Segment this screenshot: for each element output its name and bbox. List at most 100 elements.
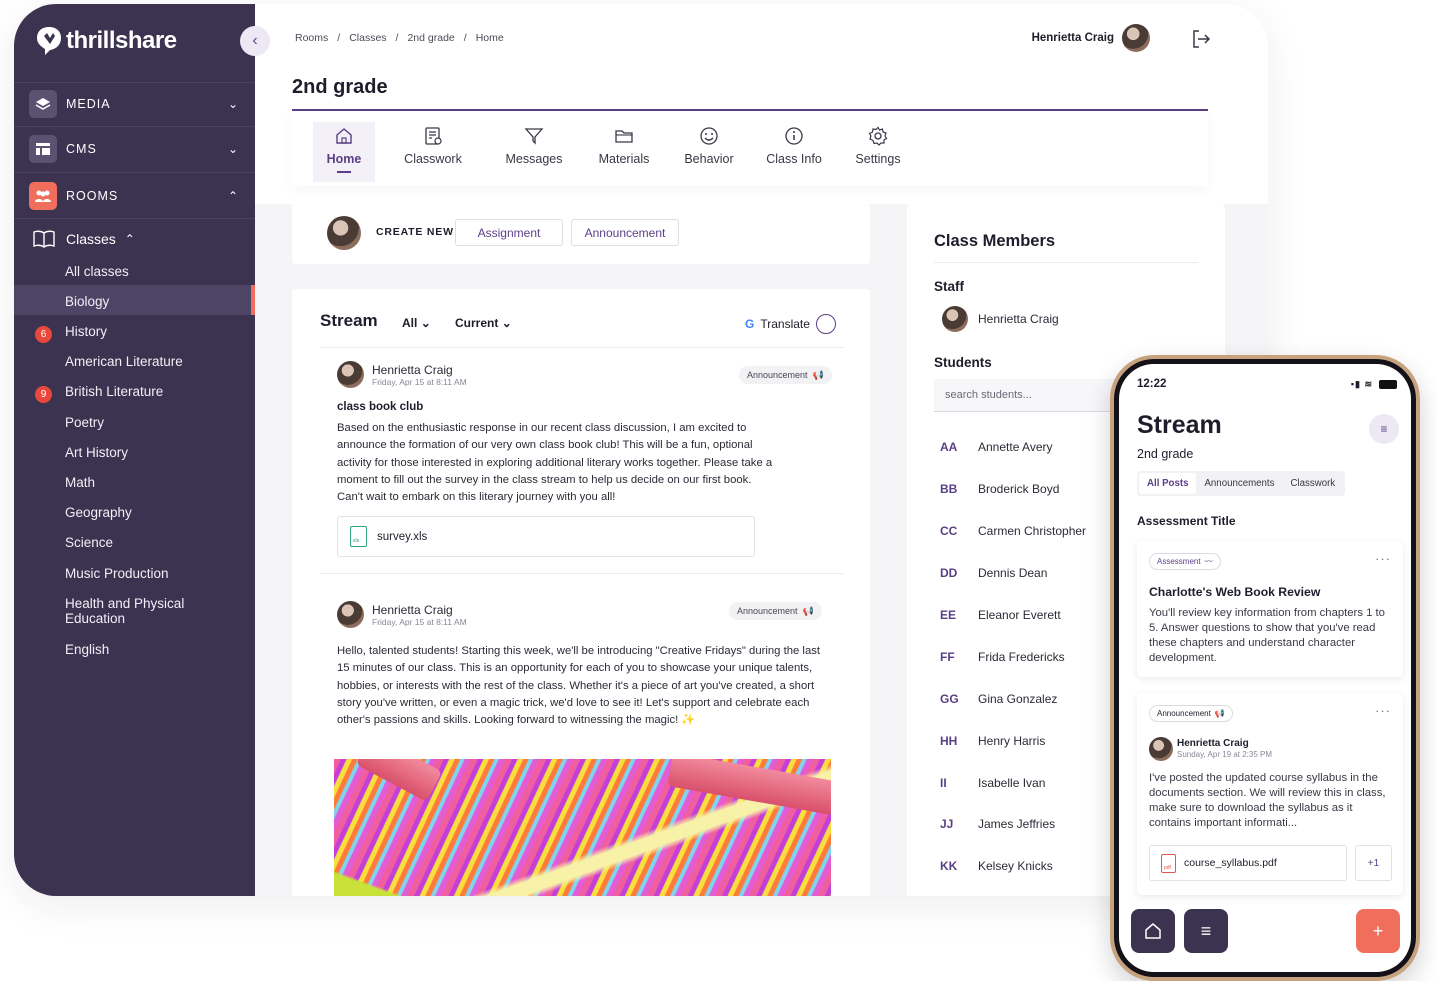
tab-settings[interactable]: Settings bbox=[847, 122, 909, 182]
brand-logo[interactable]: thrillshare bbox=[36, 26, 177, 56]
layout-icon bbox=[29, 135, 57, 163]
student-row[interactable]: BB Broderick Boyd bbox=[940, 482, 1059, 496]
more-options-icon[interactable]: ··· bbox=[1375, 551, 1391, 566]
desktop-app-window: thrillshare MEDIA ⌄ CMS ⌄ ROOMS ⌃ Classe… bbox=[14, 4, 1268, 896]
member-name: Henrietta Craig bbox=[978, 312, 1059, 326]
stream-divider bbox=[320, 573, 844, 574]
breadcrumb-home: Home bbox=[475, 32, 504, 44]
announcement-card[interactable]: Announcement 📢 ··· Henrietta Craig Sunda… bbox=[1137, 693, 1403, 895]
student-row[interactable]: AA Annette Avery bbox=[940, 440, 1053, 454]
sidebar-item-poetry[interactable]: Poetry bbox=[65, 415, 104, 430]
tag-label: Announcement bbox=[1157, 709, 1211, 718]
post-date: Friday, Apr 15 at 8:11 AM bbox=[372, 377, 467, 387]
tab-class-info[interactable]: Class Info bbox=[761, 122, 827, 182]
tab-messages[interactable]: Messages bbox=[497, 122, 571, 182]
sidebar-divider bbox=[14, 172, 255, 173]
tab-announcements[interactable]: Announcements bbox=[1196, 473, 1282, 494]
attachment-file[interactable]: pdf course_syllabus.pdf bbox=[1149, 845, 1347, 881]
book-icon bbox=[33, 230, 55, 248]
student-row[interactable]: EE Eleanor Everett bbox=[940, 608, 1061, 622]
assessment-card[interactable]: Assessment 〰 ··· Charlotte's Web Book Re… bbox=[1137, 541, 1403, 677]
phone-mockup: 12:22 ▪▮ ≋ Stream 2nd grade ≡ All Posts … bbox=[1110, 355, 1420, 981]
breadcrumb-classes[interactable]: Classes bbox=[349, 32, 386, 44]
tab-all-posts[interactable]: All Posts bbox=[1139, 473, 1197, 494]
phone-bezel: 12:22 ▪▮ ≋ Stream 2nd grade ≡ All Posts … bbox=[1114, 359, 1416, 977]
folder-icon bbox=[615, 130, 633, 143]
avatar bbox=[1122, 24, 1150, 52]
tab-materials[interactable]: Materials bbox=[589, 122, 659, 182]
student-row[interactable]: GG Gina Gonzalez bbox=[940, 692, 1057, 706]
post-date: Sunday, Apr 19 at 2:35 PM bbox=[1177, 750, 1273, 759]
filter-label: Current bbox=[455, 316, 499, 330]
student-row[interactable]: DD Dennis Dean bbox=[940, 566, 1047, 580]
breadcrumb: Rooms / Classes / 2nd grade / Home bbox=[295, 32, 504, 44]
sidebar-item-british-literature[interactable]: British Literature bbox=[65, 384, 163, 399]
sidebar-item-art-history[interactable]: Art History bbox=[65, 445, 128, 460]
students-heading: Students bbox=[934, 355, 992, 370]
home-nav-button[interactable] bbox=[1131, 909, 1175, 953]
student-row[interactable]: CC Carmen Christopher bbox=[940, 524, 1086, 538]
student-row[interactable]: JJ James Jeffries bbox=[940, 817, 1055, 831]
layers-icon bbox=[29, 90, 57, 118]
tab-behavior[interactable]: Behavior bbox=[677, 122, 741, 182]
sidebar-item-geography[interactable]: Geography bbox=[65, 505, 132, 520]
student-initials: II bbox=[940, 776, 947, 790]
create-assignment-button[interactable]: Assignment bbox=[455, 219, 563, 246]
stream-filter-current[interactable]: Current ⌄ bbox=[455, 316, 512, 330]
sidebar-item-music-production[interactable]: Music Production bbox=[65, 566, 169, 581]
breadcrumb-separator: / bbox=[463, 32, 467, 44]
more-attachments-button[interactable]: +1 bbox=[1355, 845, 1392, 881]
attachment-name: survey.xls bbox=[377, 530, 428, 543]
student-name: James Jeffries bbox=[978, 817, 1056, 831]
sidebar-section-media[interactable]: MEDIA ⌄ bbox=[29, 89, 241, 119]
breadcrumb-separator: / bbox=[395, 32, 399, 44]
attachment-name: course_syllabus.pdf bbox=[1184, 857, 1277, 869]
sidebar-item-science[interactable]: Science bbox=[65, 535, 113, 550]
chevron-down-icon: ⌄ bbox=[227, 97, 239, 111]
create-post-button[interactable]: + bbox=[1356, 909, 1400, 953]
stream-title: Stream bbox=[320, 311, 378, 330]
sidebar-item-biology[interactable]: Biology bbox=[65, 294, 109, 309]
create-announcement-button[interactable]: Announcement bbox=[571, 219, 679, 246]
tab-classwork[interactable]: Classwork bbox=[1282, 473, 1343, 494]
sidebar-section-cms[interactable]: CMS ⌄ bbox=[29, 134, 241, 164]
student-row[interactable]: KK Kelsey Knicks bbox=[940, 859, 1053, 873]
chevron-up-icon: ⌃ bbox=[227, 189, 239, 203]
sidebar-item-health-pe[interactable]: Health and Physical Education bbox=[65, 596, 205, 626]
filter-button[interactable]: ≡ bbox=[1369, 414, 1399, 444]
tab-home[interactable]: Home bbox=[313, 122, 375, 182]
student-row[interactable]: FF Frida Fredericks bbox=[940, 650, 1065, 664]
send-icon bbox=[524, 128, 544, 145]
more-options-icon[interactable]: ··· bbox=[1375, 703, 1391, 718]
sidebar-item-history[interactable]: History bbox=[65, 324, 107, 339]
staff-member[interactable]: Henrietta Craig bbox=[942, 306, 1059, 332]
breadcrumb-rooms[interactable]: Rooms bbox=[295, 32, 328, 44]
post-body: Hello, talented students! Starting this … bbox=[337, 645, 821, 727]
sidebar-divider bbox=[14, 126, 255, 127]
sidebar-item-english[interactable]: English bbox=[65, 642, 109, 657]
student-name: Broderick Boyd bbox=[978, 482, 1060, 496]
user-name: Henrietta Craig bbox=[1031, 32, 1114, 44]
menu-nav-button[interactable]: ≡ bbox=[1184, 909, 1228, 953]
logout-icon[interactable] bbox=[1190, 28, 1212, 50]
chalk-art-image[interactable] bbox=[334, 759, 831, 896]
sidebar-item-math[interactable]: Math bbox=[65, 475, 95, 490]
tab-classwork[interactable]: Classwork bbox=[395, 122, 471, 182]
sidebar-section-rooms[interactable]: ROOMS ⌃ bbox=[29, 181, 241, 211]
sidebar-item-american-literature[interactable]: American Literature bbox=[65, 354, 183, 369]
chalk-stick bbox=[355, 759, 443, 802]
sidebar-item-all-classes[interactable]: All classes bbox=[65, 264, 129, 279]
breadcrumb-2nd-grade[interactable]: 2nd grade bbox=[407, 32, 454, 44]
user-menu[interactable]: Henrietta Craig bbox=[1032, 24, 1150, 52]
stream-filter-all[interactable]: All ⌄ bbox=[402, 316, 431, 330]
student-initials: GG bbox=[940, 692, 959, 706]
filter-label: All bbox=[402, 316, 418, 330]
tab-label: Classwork bbox=[404, 152, 462, 166]
collapse-sidebar-button[interactable]: ‹ bbox=[240, 26, 270, 56]
translate-button[interactable]: G Translate bbox=[745, 314, 836, 334]
student-row[interactable]: HH Henry Harris bbox=[940, 734, 1045, 748]
attachment-file[interactable]: xls survey.xls bbox=[337, 516, 755, 557]
student-name: Dennis Dean bbox=[978, 566, 1048, 580]
student-row[interactable]: II Isabelle Ivan bbox=[940, 776, 1045, 790]
sidebar-classes-toggle[interactable]: Classes ⌃ bbox=[33, 230, 135, 248]
